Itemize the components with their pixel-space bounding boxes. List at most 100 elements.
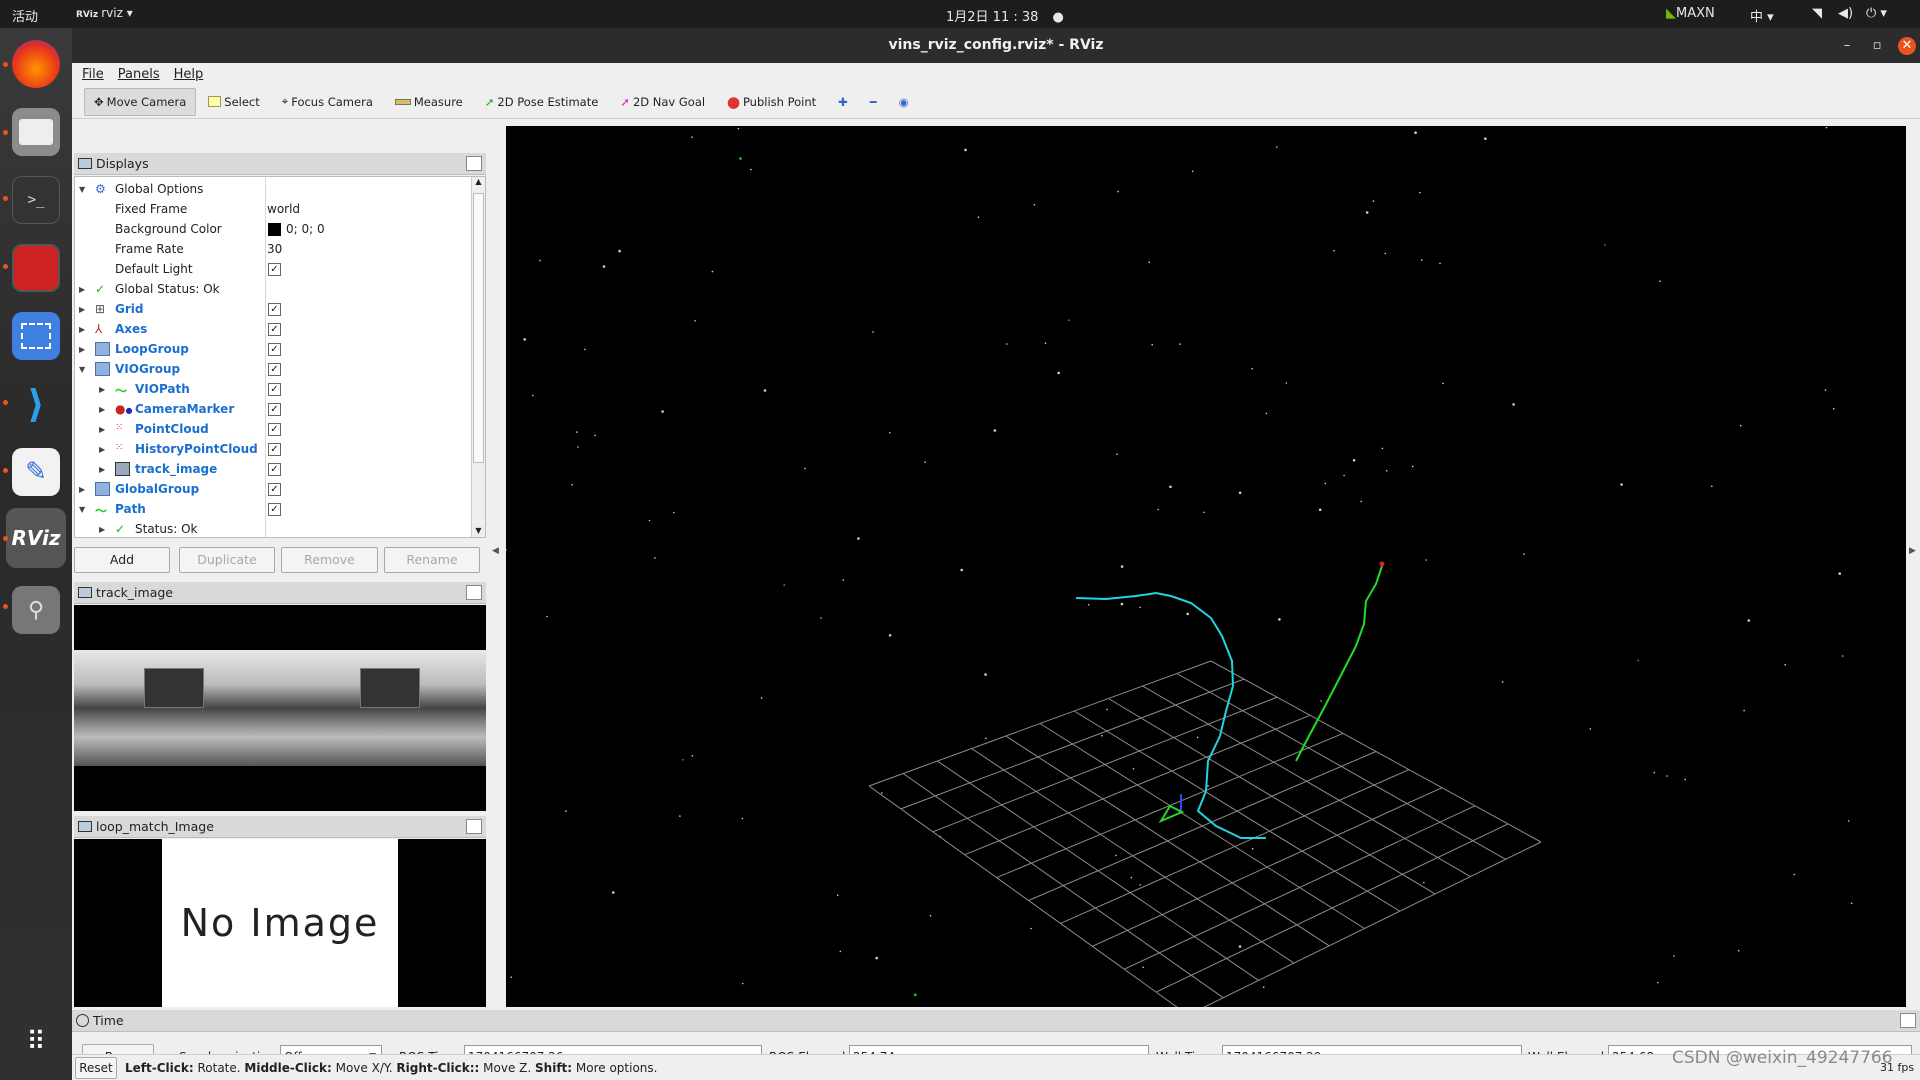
globalgroup-checkbox[interactable]: ✓ [268,482,281,496]
rename-display-button[interactable]: Rename [384,547,480,573]
collapsed-arrow-icon[interactable]: ▶ [99,405,105,414]
3d-render-view[interactable] [505,126,1906,1016]
move-camera-button[interactable]: ✥ Move Camera [84,87,197,116]
cameramarker-checkbox[interactable]: ✓ [268,402,281,416]
view-options-button[interactable]: ◉ [889,88,919,116]
pose-estimate-button[interactable]: ➚ 2D Pose Estimate [475,88,609,116]
feature-point [741,817,744,820]
text-editor-icon[interactable]: ✎ [12,448,60,496]
tree-row-globalgroup[interactable]: ▶ GlobalGroup ✓ [75,479,471,499]
historypointcloud-checkbox[interactable]: ✓ [268,442,281,456]
tree-row-path[interactable]: ▼ 〜 Path ✓ [75,499,471,519]
tree-row-fixed-frame[interactable]: Fixed Frame world [75,199,471,219]
activities-button[interactable]: 活动 [12,6,38,25]
clock[interactable]: 1月2日 11 : 38 ● [946,6,1064,25]
tree-row-global-options[interactable]: ▼ ⚙ Global Options [75,179,471,199]
path-checkbox[interactable]: ✓ [268,502,281,516]
collapse-right-icon[interactable]: ▶ [1909,546,1916,556]
tree-row-pointcloud[interactable]: ▶ ⁙ PointCloud ✓ [75,419,471,439]
fixed-frame-value[interactable]: world [267,202,300,216]
tree-row-grid[interactable]: ▶ ⊞ Grid ✓ [75,299,471,319]
menu-file[interactable]: File [82,67,104,82]
input-method[interactable]: 中 ▾ [1750,6,1774,25]
tree-scrollbar[interactable]: ▲ ▼ [471,177,485,537]
tree-row-path-status[interactable]: ▶ ✓ Status: Ok [75,519,471,537]
expanded-arrow-icon[interactable]: ▼ [79,505,85,514]
power-mode[interactable]: ◣MAXN [1666,6,1715,21]
viopath-checkbox[interactable]: ✓ [268,382,281,396]
menu-panels[interactable]: Panels [118,67,160,82]
tree-row-background-color[interactable]: Background Color 0; 0; 0 [75,219,471,239]
volume-icon[interactable]: ◀) [1838,6,1853,21]
reset-button[interactable]: Reset [75,1057,117,1079]
loopgroup-checkbox[interactable]: ✓ [268,342,281,356]
collapsed-arrow-icon[interactable]: ▶ [79,305,85,314]
power-icon[interactable]: ⏻ ▾ [1866,6,1887,21]
default-light-checkbox[interactable]: ✓ [268,262,281,276]
tree-row-default-light[interactable]: Default Light ✓ [75,259,471,279]
axes-checkbox[interactable]: ✓ [268,322,281,336]
tree-row-historypointcloud[interactable]: ▶ ⁙ HistoryPointCloud ✓ [75,439,471,459]
remove-display-button[interactable]: Remove [281,547,378,573]
terminal-icon[interactable]: >_ [12,176,60,224]
tree-row-cameramarker[interactable]: ▶ ●● CameraMarker ✓ [75,399,471,419]
grid-checkbox[interactable]: ✓ [268,302,281,316]
screenshot-icon[interactable] [12,312,60,360]
collapsed-arrow-icon[interactable]: ▶ [99,445,105,454]
panel-close-button[interactable] [466,156,482,171]
menu-help[interactable]: Help [174,67,204,82]
usb-icon[interactable]: ⚲ [12,586,60,634]
remove-tool-button[interactable]: ━ [860,88,887,116]
tree-row-frame-rate[interactable]: Frame Rate 30 [75,239,471,259]
close-icon[interactable]: ✕ [1898,37,1916,55]
tree-row-global-status[interactable]: ▶ ✓ Global Status: Ok [75,279,471,299]
vscode-icon[interactable]: ⟩ [12,380,60,428]
app-grid-icon[interactable]: ⠿ [12,1018,60,1066]
add-display-button[interactable]: Add [74,547,170,573]
background-color-value[interactable]: 0; 0; 0 [286,222,325,236]
viogroup-checkbox[interactable]: ✓ [268,362,281,376]
scroll-down-icon[interactable]: ▼ [472,526,485,537]
focus-camera-button[interactable]: ⌖ Focus Camera [272,88,383,116]
collapse-left-icon[interactable]: ◀ [492,546,499,556]
scroll-up-icon[interactable]: ▲ [472,177,485,190]
panel-close-button[interactable] [466,585,482,600]
tree-row-loopgroup[interactable]: ▶ LoopGroup ✓ [75,339,471,359]
rviz-icon[interactable]: RViz [6,508,66,568]
track-image-checkbox[interactable]: ✓ [268,462,281,476]
collapsed-arrow-icon[interactable]: ▶ [99,525,105,534]
select-button[interactable]: Select [198,88,269,116]
collapsed-arrow-icon[interactable]: ▶ [79,485,85,494]
pointcloud-checkbox[interactable]: ✓ [268,422,281,436]
scroll-thumb[interactable] [473,193,484,463]
expanded-arrow-icon[interactable]: ▼ [79,365,85,374]
duplicate-display-button[interactable]: Duplicate [179,547,275,573]
collapsed-arrow-icon[interactable]: ▶ [79,325,85,334]
add-tool-button[interactable]: ✚ [828,88,858,116]
files-icon[interactable] [12,108,60,156]
expanded-arrow-icon[interactable]: ▼ [79,185,85,194]
publish-point-button[interactable]: ⬤ Publish Point [717,88,826,116]
system-monitor-icon[interactable] [12,244,60,292]
measure-button[interactable]: Measure [385,88,473,116]
tree-row-track-image[interactable]: ▶ track_image ✓ [75,459,471,479]
panel-close-button[interactable] [466,819,482,834]
color-swatch[interactable] [268,222,281,236]
collapsed-arrow-icon[interactable]: ▶ [99,385,105,394]
collapsed-arrow-icon[interactable]: ▶ [79,285,85,294]
scene-svg[interactable] [505,126,1906,1016]
wifi-icon[interactable]: ◥ [1812,6,1822,21]
panel-close-button[interactable] [1900,1013,1916,1028]
tree-row-viopath[interactable]: ▶ 〜 VIOPath ✓ [75,379,471,399]
maximize-icon[interactable]: ▫ [1868,37,1886,55]
app-menu[interactable]: RViz rviz ▾ [76,6,133,20]
collapsed-arrow-icon[interactable]: ▶ [99,425,105,434]
tree-row-axes[interactable]: ▶ ⅄ Axes ✓ [75,319,471,339]
collapsed-arrow-icon[interactable]: ▶ [99,465,105,474]
tree-row-viogroup[interactable]: ▼ VIOGroup ✓ [75,359,471,379]
minimize-icon[interactable]: – [1838,37,1856,55]
nav-goal-button[interactable]: ➚ 2D Nav Goal [610,88,715,116]
frame-rate-value[interactable]: 30 [267,242,282,256]
firefox-icon[interactable] [12,40,60,88]
collapsed-arrow-icon[interactable]: ▶ [79,345,85,354]
